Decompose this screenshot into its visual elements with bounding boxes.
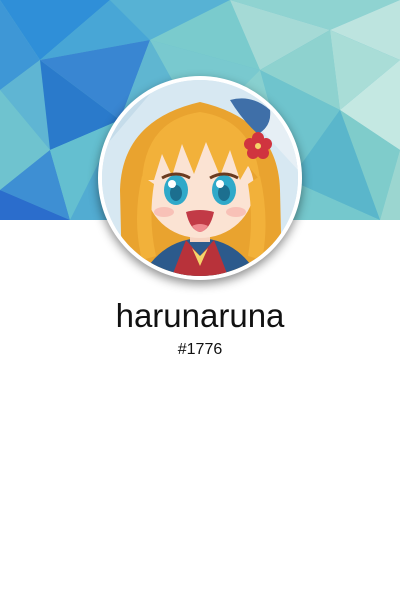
avatar[interactable]	[102, 80, 298, 276]
user-discriminator: #1776	[177, 341, 223, 358]
profile-card: harunaruna #1776	[0, 0, 400, 600]
avatar-image	[102, 80, 298, 276]
username: harunaruna	[115, 297, 285, 334]
avatar-frame[interactable]	[98, 76, 302, 280]
